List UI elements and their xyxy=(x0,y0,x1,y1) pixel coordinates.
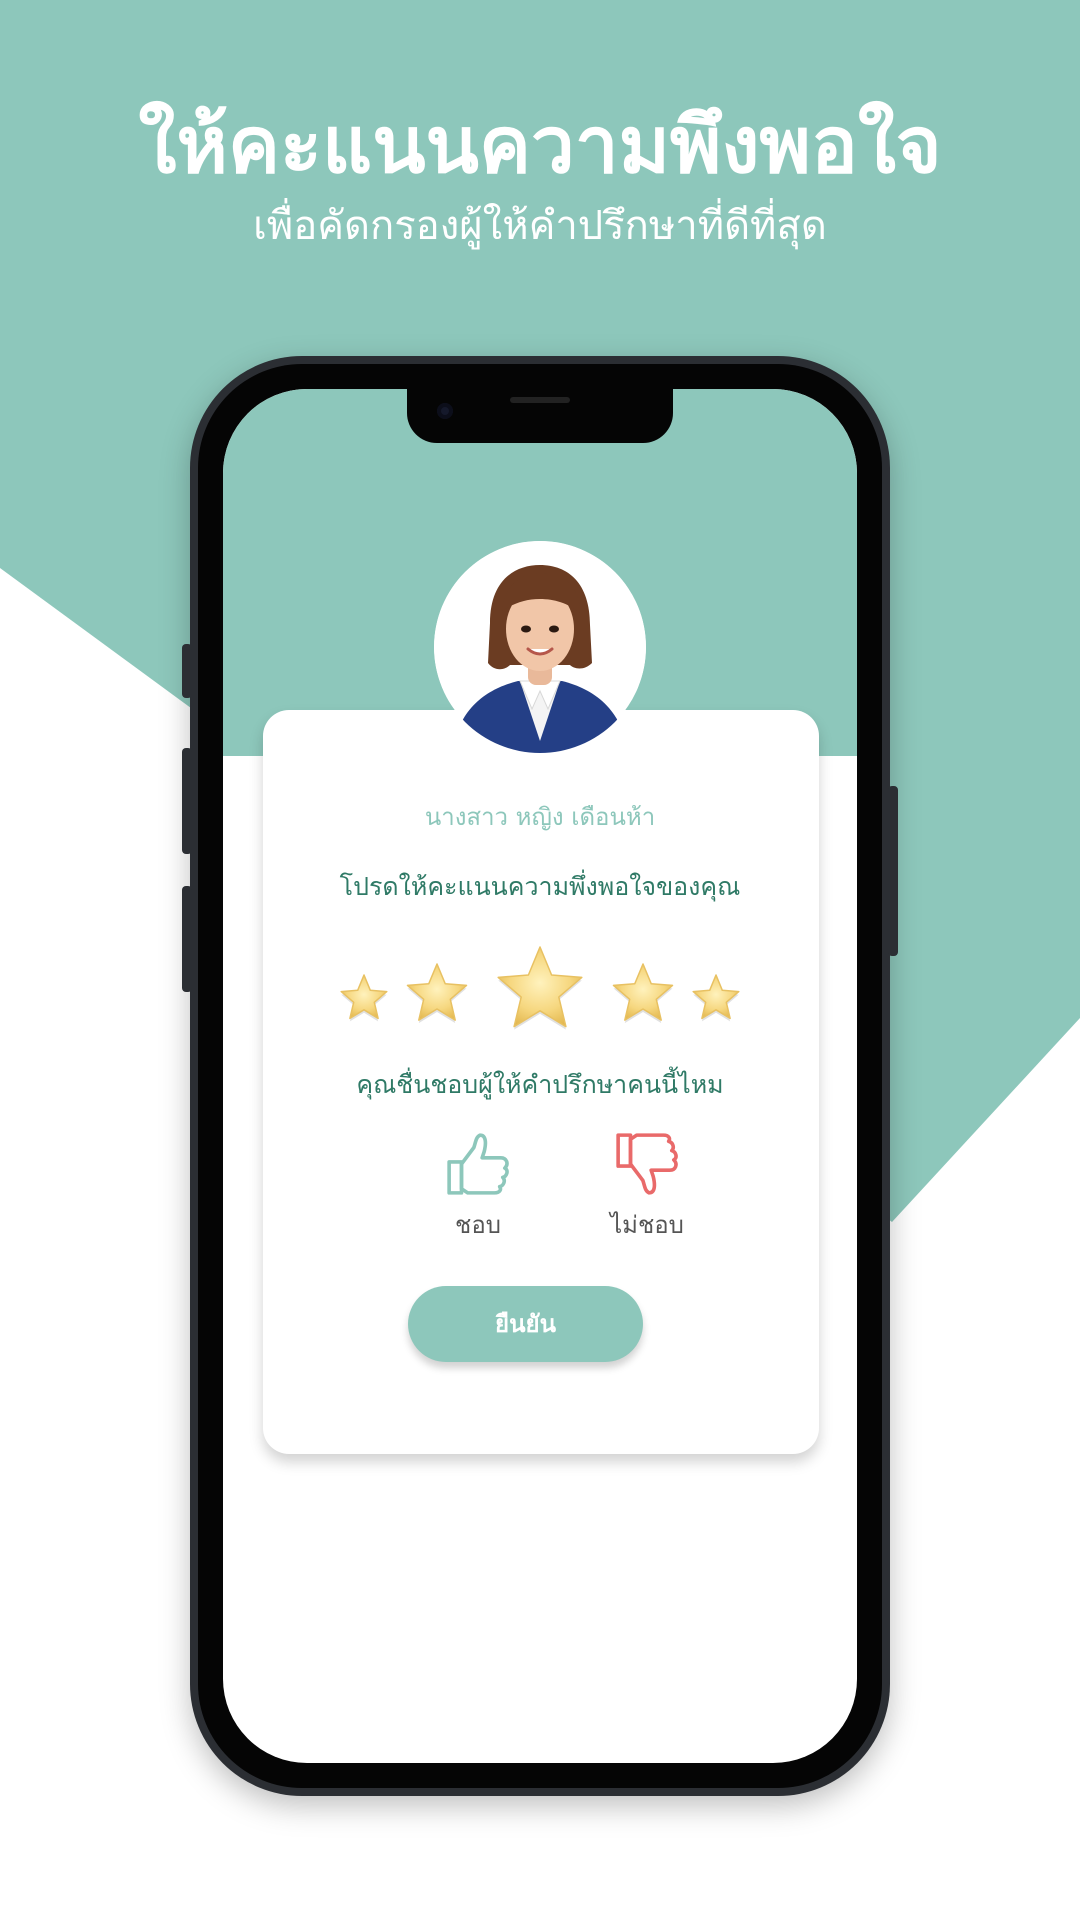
phone-screen: นางสาว หญิง เดือนห้า โปรดให้คะแนนความพึ่… xyxy=(223,389,857,1763)
avatar xyxy=(434,541,646,753)
phone-frame: นางสาว หญิง เดือนห้า โปรดให้คะแนนความพึ่… xyxy=(182,356,898,1796)
volume-up-button xyxy=(182,748,192,854)
silent-switch xyxy=(182,644,192,698)
dislike-button[interactable]: ไม่ชอบ xyxy=(577,1131,717,1244)
hero-subtitle: เพื่อคัดกรองผู้ให้คำปรึกษาที่ดีที่สุด xyxy=(253,202,827,249)
thumbs-up-icon xyxy=(447,1133,509,1195)
power-button xyxy=(888,786,898,956)
star-icon[interactable] xyxy=(497,946,583,1028)
volume-down-button xyxy=(182,886,192,992)
thumbs-down-icon xyxy=(616,1133,678,1195)
consultant-photo xyxy=(434,541,646,753)
like-button[interactable]: ชอบ xyxy=(408,1131,548,1244)
phone-notch xyxy=(407,389,673,443)
front-camera xyxy=(437,403,453,419)
rating-prompt: โปรดให้คะแนนความพึ่งพอใจของคุณ xyxy=(339,872,741,901)
hero-title: ให้คะแนนความพึงพอใจ xyxy=(138,101,942,191)
consultant-name: นางสาว หญิง เดือนห้า xyxy=(424,803,656,831)
star-rating xyxy=(340,946,740,1030)
earpiece-speaker xyxy=(510,397,570,403)
like-label: ชอบ xyxy=(455,1211,501,1239)
confirm-button[interactable]: ยืนยัน xyxy=(408,1286,643,1362)
like-question: คุณชื่นชอบผู้ให้คำปรึกษาคนนี้ไหม xyxy=(356,1070,724,1099)
hero-header: ให้คะแนนความพึงพอใจ เพื่อคัดกรองผู้ให้คำ… xyxy=(0,100,1080,252)
dislike-label: ไม่ชอบ xyxy=(610,1211,684,1239)
